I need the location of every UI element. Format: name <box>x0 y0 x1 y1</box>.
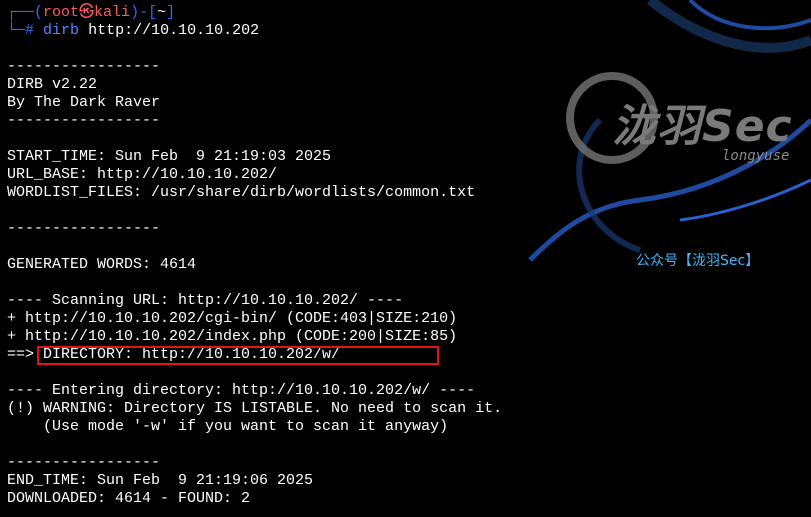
output-line: (Use mode '-w' if you want to scan it an… <box>7 418 449 435</box>
command-line: └─# dirb http://10.10.10.202 <box>7 22 260 39</box>
output-line: ---- Scanning URL: http://10.10.10.202/ … <box>7 292 404 309</box>
prompt-user: root <box>43 4 80 21</box>
output-line: URL_BASE: http://10.10.10.202/ <box>7 166 278 183</box>
output-line: ----------------- <box>7 454 161 471</box>
directory-found-line: ==> DIRECTORY: http://10.10.10.202/w/ <box>7 346 341 363</box>
output-line: ---- Entering directory: http://10.10.10… <box>7 382 476 399</box>
output-line: DIRB v2.22 <box>7 76 98 93</box>
prompt-symbol: ㉿ <box>79 4 95 21</box>
output-line: START_TIME: Sun Feb 9 21:19:03 2025 <box>7 148 332 165</box>
prompt-line: ┌──(root㉿kali)-[~] <box>7 4 176 21</box>
output-line: END_TIME: Sun Feb 9 21:19:06 2025 <box>7 472 314 489</box>
output-line: GENERATED WORDS: 4614 <box>7 256 197 273</box>
output-line: ----------------- <box>7 112 161 129</box>
output-line: WORDLIST_FILES: /usr/share/dirb/wordlist… <box>7 184 476 201</box>
output-line: ----------------- <box>7 220 161 237</box>
prompt-hash: # <box>25 22 35 39</box>
terminal-output[interactable]: ┌──(root㉿kali)-[~] └─# dirb http://10.10… <box>7 4 811 508</box>
output-line: (!) WARNING: Directory IS LISTABLE. No n… <box>7 400 503 417</box>
command-argument: http://10.10.10.202 <box>88 22 260 39</box>
output-line: + http://10.10.10.202/cgi-bin/ (CODE:403… <box>7 310 458 327</box>
output-line: ----------------- <box>7 58 161 75</box>
prompt-host: kali <box>94 4 131 21</box>
output-line: DOWNLOADED: 4614 - FOUND: 2 <box>7 490 251 507</box>
output-line: + http://10.10.10.202/index.php (CODE:20… <box>7 328 458 345</box>
command-name: dirb <box>43 22 80 39</box>
output-line: By The Dark Raver <box>7 94 161 111</box>
prompt-dir: ~ <box>157 4 167 21</box>
